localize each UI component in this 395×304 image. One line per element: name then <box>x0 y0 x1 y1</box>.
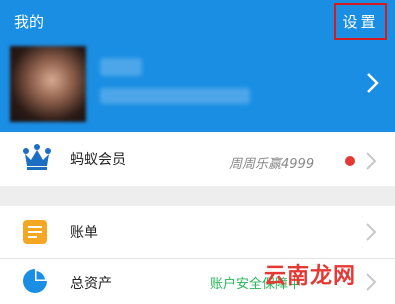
settings-button[interactable]: 设置 <box>334 3 387 40</box>
blurred-account <box>100 88 250 104</box>
chevron-right-icon[interactable] <box>362 66 384 100</box>
member-promo-text: 周周乐赢4999 <box>229 157 315 172</box>
bill-icon <box>23 220 47 244</box>
blurred-username <box>100 58 142 76</box>
chevron-right-icon[interactable] <box>365 151 377 171</box>
page-title: 我的 <box>14 13 45 31</box>
member-row[interactable]: 蚂蚁会员 <box>0 132 395 186</box>
avatar[interactable] <box>10 46 86 122</box>
crown-icon <box>23 144 51 170</box>
member-label: 蚂蚁会员 <box>70 152 126 168</box>
notification-dot <box>345 156 355 166</box>
assets-label: 总资产 <box>70 276 112 292</box>
profile-header: 我的 设置 <box>0 0 395 132</box>
watermark: 云南龙网 <box>264 264 357 289</box>
chevron-right-icon[interactable] <box>365 272 377 292</box>
bill-label: 账单 <box>70 225 98 241</box>
chevron-right-icon[interactable] <box>365 222 377 242</box>
bill-row[interactable]: 账单 <box>0 206 395 258</box>
pie-chart-icon <box>23 269 47 293</box>
